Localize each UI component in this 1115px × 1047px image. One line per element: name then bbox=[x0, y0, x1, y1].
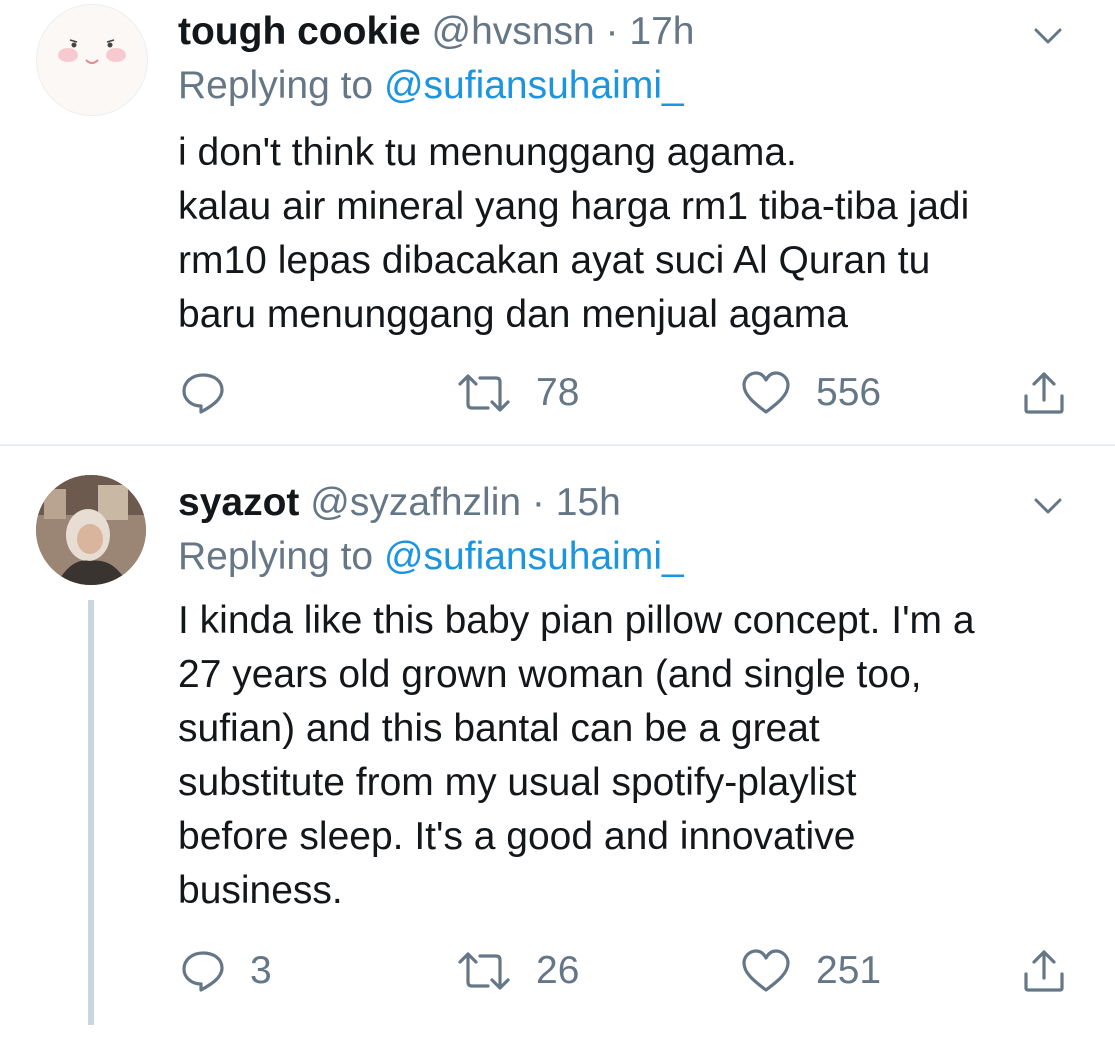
tweet-text-line: baru menunggang dan menjual agama bbox=[178, 293, 848, 336]
user-handle[interactable]: @syzafhzlin bbox=[310, 481, 521, 524]
chevron-down-icon[interactable] bbox=[1028, 486, 1068, 526]
like-button[interactable]: 556 bbox=[740, 370, 881, 416]
timestamp[interactable]: 15h bbox=[556, 481, 621, 524]
tweet-1[interactable]: tough cookie @hvsnsn · 17h Replying to @… bbox=[0, 0, 1115, 444]
reply-icon bbox=[182, 373, 224, 414]
share-button[interactable] bbox=[1020, 370, 1068, 416]
thread-line bbox=[88, 600, 94, 1025]
mention-link[interactable]: @sufiansuhaimi_ bbox=[384, 535, 684, 578]
retweet-count: 78 bbox=[536, 371, 580, 414]
share-icon bbox=[1024, 950, 1064, 992]
tweet-text-line: sufian) and this bantal can be a great bbox=[178, 707, 820, 750]
user-handle[interactable]: @hvsnsn bbox=[432, 10, 595, 53]
reply-icon bbox=[182, 951, 224, 992]
heart-icon bbox=[742, 371, 790, 414]
share-button[interactable] bbox=[1020, 948, 1068, 994]
tweet-text-line: 27 years old grown woman (and single too… bbox=[178, 653, 922, 696]
avatar[interactable] bbox=[36, 475, 146, 585]
separator-dot: · bbox=[531, 481, 545, 524]
like-count: 251 bbox=[816, 949, 882, 992]
tweet-text: I kinda like this baby pian pillow conce… bbox=[178, 594, 975, 918]
tweet-text-line: substitute from my usual spotify-playlis… bbox=[178, 761, 857, 804]
tweet-text-line: i don't think tu menunggang agama. bbox=[178, 131, 797, 174]
reply-count: 3 bbox=[250, 949, 272, 992]
avatar-photo-icon bbox=[36, 475, 146, 585]
mention-link[interactable]: @sufiansuhaimi_ bbox=[384, 64, 684, 107]
chevron-down-icon[interactable] bbox=[1028, 16, 1068, 56]
tweet-text-line: before sleep. It's a good and innovative bbox=[178, 815, 856, 858]
tweet-text-line: kalau air mineral yang harga rm1 tiba-ti… bbox=[178, 185, 970, 228]
tweet-text-line: business. bbox=[178, 869, 343, 912]
display-name[interactable]: syazot bbox=[178, 481, 299, 524]
replying-to: Replying to @sufiansuhaimi_ bbox=[178, 63, 684, 109]
like-button[interactable]: 251 bbox=[740, 948, 881, 994]
reply-button[interactable]: 3 bbox=[180, 948, 272, 994]
reply-button[interactable] bbox=[180, 370, 250, 416]
replying-to-label: Replying to bbox=[178, 64, 384, 107]
timestamp[interactable]: 17h bbox=[629, 10, 694, 53]
separator-dot: · bbox=[605, 10, 619, 53]
avatar[interactable] bbox=[36, 4, 148, 116]
tweet-header: tough cookie @hvsnsn · 17h bbox=[178, 9, 694, 55]
retweet-button[interactable]: 78 bbox=[456, 370, 579, 416]
retweet-icon bbox=[458, 952, 510, 990]
replying-to-label: Replying to bbox=[178, 535, 384, 578]
retweet-button[interactable]: 26 bbox=[456, 948, 579, 994]
like-count: 556 bbox=[816, 371, 882, 414]
replying-to: Replying to @sufiansuhaimi_ bbox=[178, 534, 684, 580]
display-name[interactable]: tough cookie bbox=[178, 10, 421, 53]
tweet-text-line: I kinda like this baby pian pillow conce… bbox=[178, 599, 975, 642]
retweet-count: 26 bbox=[536, 949, 580, 992]
tweet-text-line: rm10 lepas dibacakan ayat suci Al Quran … bbox=[178, 239, 931, 282]
retweet-icon bbox=[458, 374, 510, 412]
heart-icon bbox=[742, 949, 790, 992]
tweet-header: syazot @syzafhzlin · 15h bbox=[178, 480, 621, 526]
share-icon bbox=[1024, 372, 1064, 414]
tweet-text: i don't think tu menunggang agama. kalau… bbox=[178, 126, 969, 342]
avatar-face-icon bbox=[58, 39, 126, 64]
